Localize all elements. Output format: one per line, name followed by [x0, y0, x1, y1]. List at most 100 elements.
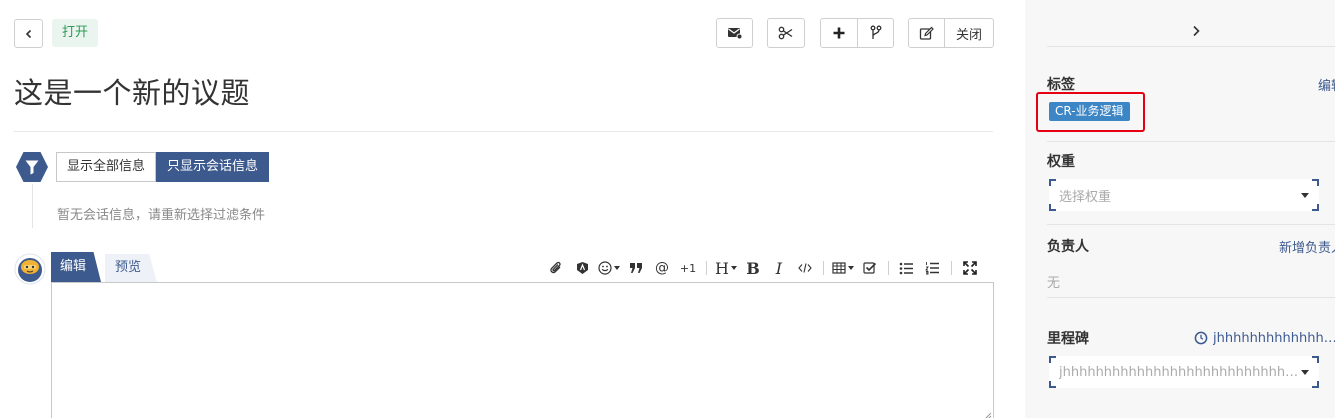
expand-icon — [963, 261, 977, 275]
table-button[interactable] — [832, 258, 854, 278]
tab-edit[interactable]: 编辑 — [51, 252, 101, 282]
caret-down-icon — [1301, 370, 1309, 375]
sidebar-divider — [1047, 224, 1335, 225]
select-corner — [1049, 356, 1056, 363]
plus-icon — [833, 27, 845, 39]
milestone-section: 里程碑 jhhhhhhhhhhhhhhhh... — [1047, 328, 1335, 348]
status-badge: 打开 — [52, 19, 99, 47]
heading-button[interactable]: H — [715, 258, 737, 278]
format-button[interactable] — [572, 258, 592, 278]
milestone-current-link[interactable]: jhhhhhhhhhhhhhhhh... — [1194, 331, 1335, 346]
stamp-icon — [576, 262, 588, 274]
mention-button[interactable]: @ — [652, 258, 672, 278]
back-button[interactable] — [14, 19, 43, 48]
resize-handle-icon[interactable] — [982, 410, 992, 418]
labels-section: 标签 编辑 — [1047, 74, 1335, 94]
title-divider — [14, 131, 993, 132]
activity-filter: 显示全部信息 只显示会话信息 — [56, 152, 270, 182]
code-icon — [798, 263, 812, 273]
page-title: 这是一个新的议题 — [14, 76, 251, 110]
select-corner — [1312, 204, 1319, 211]
weight-select-placeholder: 选择权重 — [1059, 189, 1112, 205]
filter-comments-only-button[interactable]: 只显示会话信息 — [156, 152, 270, 182]
caret-down-icon — [1301, 193, 1309, 198]
attach-button[interactable] — [546, 258, 566, 278]
toolbar-divider — [822, 261, 824, 275]
labels-title: 标签 — [1047, 77, 1075, 93]
chevron-down-icon — [847, 266, 854, 270]
timeline-line — [32, 184, 33, 228]
create-branch-button[interactable] — [857, 19, 893, 47]
add-assignee-link[interactable]: 新增负责人 — [1279, 237, 1335, 256]
branch-icon — [870, 25, 881, 39]
numbered-list-button[interactable] — [923, 258, 943, 278]
move-issue-button[interactable] — [767, 18, 805, 48]
edit-icon — [919, 26, 934, 40]
chevron-right-icon — [1192, 25, 1200, 36]
add-button[interactable] — [821, 19, 857, 47]
avatar — [14, 253, 46, 285]
heading-label: H — [715, 258, 729, 278]
numbered-list-icon — [925, 262, 940, 275]
scissors-icon — [778, 26, 793, 40]
clock-icon — [1194, 331, 1208, 345]
weight-select[interactable]: 选择权重 — [1049, 179, 1319, 211]
plus-one-button[interactable]: +1 — [678, 258, 698, 278]
fullscreen-button[interactable] — [960, 258, 980, 278]
chevron-left-icon — [25, 29, 31, 38]
assignee-value-row: 无 — [1047, 272, 1335, 291]
sidebar-collapse-button[interactable] — [1047, 15, 1335, 47]
edit-close-group: 关闭 — [908, 18, 994, 48]
code-button[interactable] — [795, 258, 815, 278]
select-corner — [1049, 381, 1056, 388]
label-tag[interactable]: CR-业务逻辑 — [1049, 102, 1130, 121]
chevron-down-icon — [614, 266, 620, 270]
empty-activity-message: 暂无会话信息，请重新选择过滤条件 — [57, 208, 266, 223]
assignee-title: 负责人 — [1047, 239, 1089, 255]
close-label: 关闭 — [955, 27, 982, 43]
sidebar-divider — [1047, 297, 1335, 298]
select-corner — [1049, 179, 1056, 186]
assignee-value: 无 — [1047, 276, 1061, 291]
quote-icon — [630, 263, 642, 273]
create-group — [820, 18, 894, 48]
select-corner — [1312, 356, 1319, 363]
bold-button[interactable]: B — [743, 258, 763, 278]
italic-button[interactable]: I — [769, 258, 789, 278]
edit-issue-button[interactable] — [909, 19, 944, 47]
milestone-title: 里程碑 — [1047, 331, 1089, 347]
filter-show-all-button[interactable]: 显示全部信息 — [56, 152, 157, 182]
bullet-list-button[interactable] — [897, 258, 917, 278]
emoji-button[interactable] — [598, 258, 620, 278]
quote-button[interactable] — [626, 258, 646, 278]
table-icon — [832, 262, 846, 274]
envelope-icon — [727, 28, 742, 40]
select-corner — [1312, 179, 1319, 186]
issue-main: 打开 关闭 这是一个新的议题 显示全部信息 只显示会话信息 暂无会话信息，请重新… — [0, 0, 1025, 418]
filter-icon — [16, 152, 48, 182]
smiley-icon — [598, 261, 612, 275]
editor-toolbar: @ +1 H B I — [543, 258, 983, 278]
subscribe-button[interactable] — [716, 18, 753, 48]
sidebar-divider — [1047, 141, 1335, 142]
chevron-down-icon — [730, 266, 737, 270]
milestone-select-value: jhhhhhhhhhhhhhhhhhhhhhhhhhhhhhhhh... — [1059, 364, 1299, 380]
comment-textarea[interactable] — [51, 282, 994, 418]
task-list-button[interactable] — [860, 258, 880, 278]
assignee-section: 负责人 新增负责人 — [1047, 236, 1335, 256]
toolbar-divider — [887, 261, 889, 275]
toolbar-divider — [950, 261, 952, 275]
select-corner — [1049, 204, 1056, 211]
bullet-list-icon — [900, 262, 914, 274]
toolbar-divider — [706, 261, 707, 275]
labels-edit-link[interactable]: 编辑 — [1318, 75, 1335, 94]
checkbox-icon — [863, 262, 877, 274]
weight-section: 权重 — [1047, 151, 1335, 171]
paperclip-icon — [550, 261, 561, 274]
tab-preview[interactable]: 预览 — [105, 254, 157, 282]
milestone-select[interactable]: jhhhhhhhhhhhhhhhhhhhhhhhhhhhhhhhh... — [1049, 356, 1319, 388]
milestone-current-text: jhhhhhhhhhhhhhhhh... — [1213, 330, 1335, 346]
close-issue-button[interactable]: 关闭 — [944, 19, 993, 47]
weight-title: 权重 — [1047, 154, 1075, 170]
select-corner — [1312, 381, 1319, 388]
